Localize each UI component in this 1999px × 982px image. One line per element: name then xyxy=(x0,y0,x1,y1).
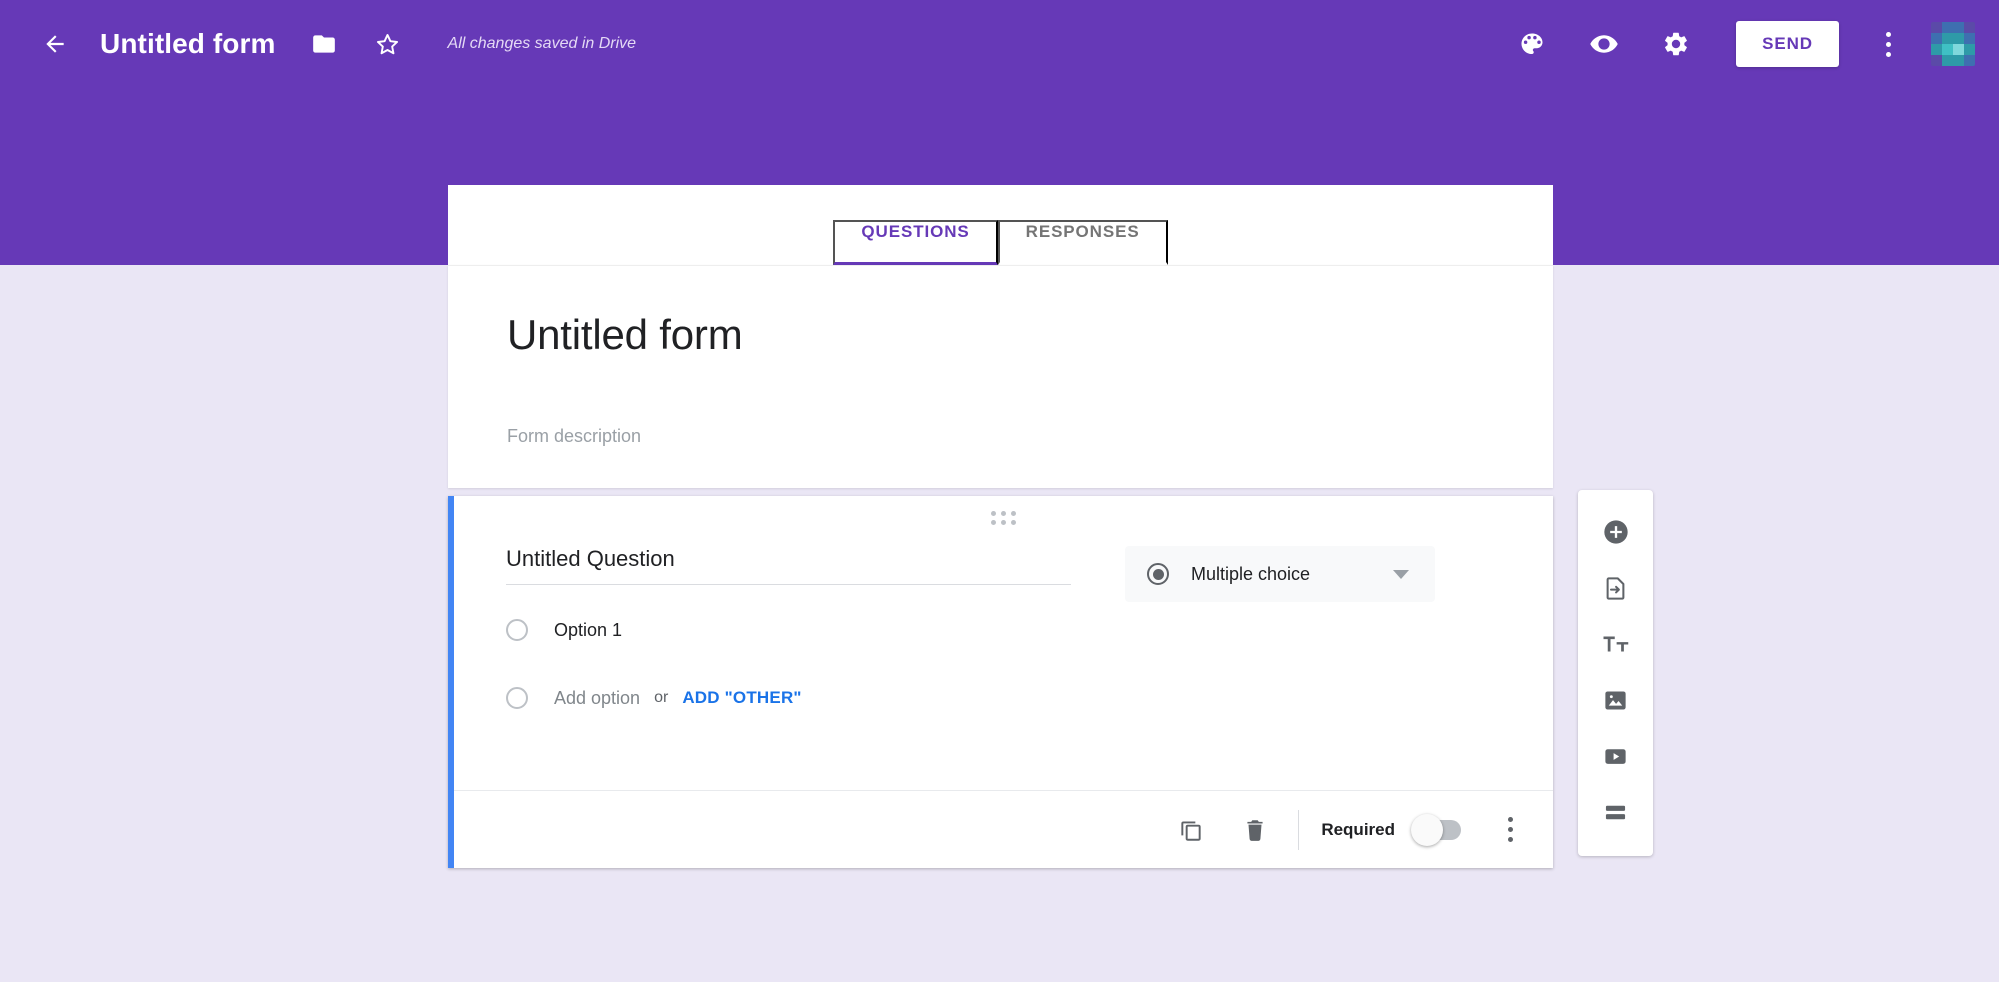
radio-outline-icon xyxy=(506,619,528,641)
import-questions-icon[interactable] xyxy=(1588,560,1644,616)
tabs-card: QUESTIONS RESPONSES xyxy=(448,185,1553,265)
option-row[interactable]: Option 1 xyxy=(506,619,622,641)
form-title-input[interactable]: Untitled form xyxy=(507,311,743,359)
question-card[interactable]: Untitled Question Multiple choice Option… xyxy=(448,496,1553,868)
add-circle-icon[interactable] xyxy=(1588,504,1644,560)
question-footer-toolbar: Required xyxy=(454,790,1553,868)
radio-outline-icon xyxy=(506,687,528,709)
required-toggle[interactable] xyxy=(1411,813,1461,846)
trash-delete-icon[interactable] xyxy=(1230,805,1280,855)
add-option-button[interactable]: Add option xyxy=(554,688,640,709)
tab-strip: QUESTIONS RESPONSES xyxy=(833,220,1168,265)
required-label: Required xyxy=(1321,819,1395,839)
drag-handle-icon[interactable] xyxy=(990,511,1017,525)
gear-settings-icon[interactable] xyxy=(1647,15,1705,73)
video-icon[interactable] xyxy=(1588,728,1644,784)
tab-responses[interactable]: RESPONSES xyxy=(997,220,1168,265)
question-type-label: Multiple choice xyxy=(1191,563,1311,584)
footer-divider xyxy=(1298,809,1300,850)
radio-filled-icon xyxy=(1147,563,1169,585)
send-button[interactable]: SEND xyxy=(1736,21,1839,67)
image-icon[interactable] xyxy=(1588,672,1644,728)
header-left-group: Untitled form All changes saved in Drive xyxy=(0,15,636,73)
or-separator-label: or xyxy=(654,689,669,706)
question-header-row: Untitled Question Multiple choice xyxy=(454,546,1553,602)
form-title-header[interactable]: Untitled form xyxy=(100,28,276,60)
chevron-down-icon xyxy=(1393,569,1409,579)
account-avatar[interactable] xyxy=(1931,22,1975,66)
palette-icon[interactable] xyxy=(1503,15,1561,73)
header-toolbar: Untitled form All changes saved in Drive xyxy=(0,0,1999,88)
form-description-input[interactable]: Form description xyxy=(507,426,641,447)
add-option-row[interactable]: Add option or ADD "OTHER" xyxy=(506,687,802,709)
header-right-group: SEND xyxy=(1496,0,1999,88)
section-icon[interactable] xyxy=(1588,784,1644,840)
folder-icon[interactable] xyxy=(298,18,350,70)
add-other-button[interactable]: ADD "OTHER" xyxy=(682,688,801,708)
tab-questions[interactable]: QUESTIONS xyxy=(833,220,998,265)
duplicate-icon[interactable] xyxy=(1166,805,1216,855)
back-arrow-icon[interactable] xyxy=(26,15,84,73)
more-vert-icon[interactable] xyxy=(1485,805,1535,855)
eye-preview-icon[interactable] xyxy=(1575,15,1633,73)
title-text-icon[interactable] xyxy=(1588,616,1644,672)
more-vert-icon[interactable] xyxy=(1859,15,1917,73)
question-type-select[interactable]: Multiple choice xyxy=(1125,546,1435,602)
option-label[interactable]: Option 1 xyxy=(554,620,622,641)
question-title-input[interactable]: Untitled Question xyxy=(506,546,1071,585)
editor-sidebar xyxy=(1578,490,1653,856)
question-title-wrap: Untitled Question xyxy=(506,546,1071,585)
save-status-text: All changes saved in Drive xyxy=(447,35,637,52)
star-icon[interactable] xyxy=(362,18,414,70)
form-title-card: Untitled form Form description xyxy=(448,265,1553,488)
